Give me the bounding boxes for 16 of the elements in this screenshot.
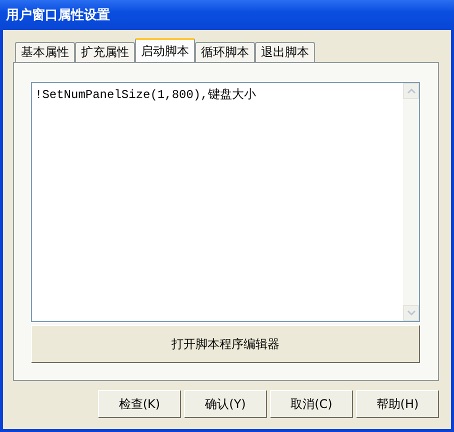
- script-text: !SetNumPanelSize(1,800),键盘大小: [35, 87, 256, 103]
- dialog-button[interactable]: 检查(K): [98, 390, 181, 418]
- tab[interactable]: 扩充属性: [75, 42, 135, 62]
- scroll-down-icon[interactable]: [403, 305, 419, 321]
- tab[interactable]: 循环脚本: [195, 42, 255, 62]
- dialog-button[interactable]: 取消(C): [270, 390, 353, 418]
- window-title: 用户窗口属性设置: [6, 6, 110, 24]
- script-editor[interactable]: !SetNumPanelSize(1,800),键盘大小: [31, 82, 420, 322]
- tab[interactable]: 启动脚本: [135, 38, 195, 62]
- scroll-up-icon[interactable]: [403, 83, 419, 99]
- open-editor-button[interactable]: 打开脚本程序编辑器: [31, 325, 420, 363]
- tab[interactable]: 基本属性: [15, 42, 75, 62]
- dialog-button[interactable]: 帮助(H): [356, 390, 439, 418]
- dialog-button[interactable]: 确认(Y): [184, 390, 267, 418]
- tab[interactable]: 退出脚本: [255, 42, 315, 62]
- scrollbar[interactable]: [403, 83, 419, 321]
